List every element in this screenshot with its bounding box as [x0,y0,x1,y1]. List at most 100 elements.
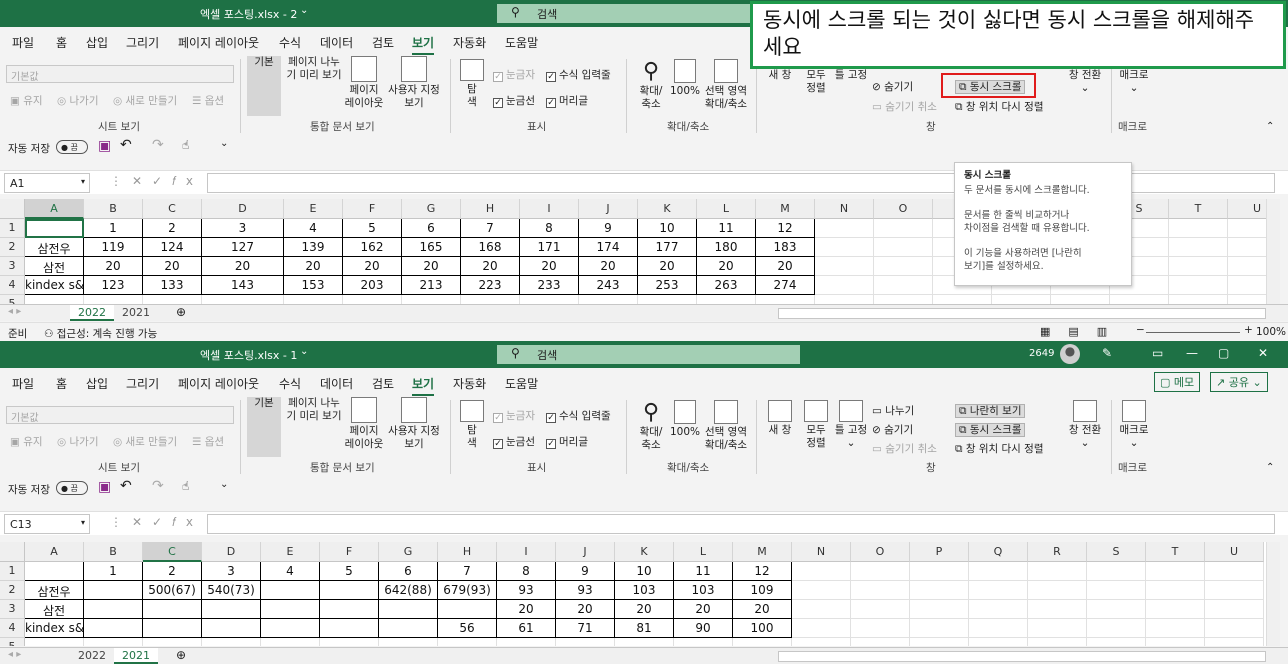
switch-windows-button[interactable]: 창 전환 ⌄ [1066,69,1104,95]
cell-i1[interactable]: 8 [520,219,579,238]
menu-formulas[interactable]: 수식 [279,34,301,51]
page-break-preview-button[interactable]: 페이지 나누 기 미리 보기 [285,397,343,622]
cell-o2[interactable] [851,581,910,600]
chevron-down-icon[interactable]: ⌄ [300,5,308,16]
avatar[interactable]: ● [1060,344,1080,364]
menu-insert[interactable]: 삽입 [86,34,108,51]
cell-m3[interactable]: 20 [733,600,792,619]
tab-scroll-arrows[interactable]: ◂ ▸ [8,306,21,317]
autosave-toggle[interactable]: ● 끔 [56,140,88,154]
cell-h1[interactable]: 7 [461,219,520,238]
zoom-slider[interactable] [1146,332,1240,333]
cell-f3[interactable] [320,600,379,619]
zoom-100-button[interactable]: 100% [670,59,700,98]
row-header-5[interactable]: 5 [0,295,25,304]
cell-f2[interactable]: 162 [343,238,402,257]
column-header-m[interactable]: M [756,199,815,219]
cell-t4[interactable] [1169,276,1228,295]
keep-button[interactable]: ▣ 유지 [10,93,43,108]
gridlines-checkbox[interactable]: ✓ 눈금선 [493,93,535,108]
cell-a2[interactable]: 삼전우 [25,238,84,257]
horizontal-scrollbar[interactable] [778,308,1266,319]
cell-t3[interactable] [1169,257,1228,276]
normal-view-button[interactable]: 기본 [247,56,281,281]
cell-h2[interactable]: 168 [461,238,520,257]
page-layout-button[interactable]: 페이지 레이아웃 [344,56,384,110]
cell-e1[interactable]: 4 [261,562,320,581]
cell-o5[interactable] [851,638,910,646]
column-header-f[interactable]: F [320,542,379,562]
cell-f1[interactable]: 5 [320,562,379,581]
row-header-1[interactable]: 1 [0,219,25,238]
menu-file[interactable]: 파일 [12,34,34,51]
cell-u3[interactable] [1228,257,1266,276]
cell-e3[interactable]: 20 [284,257,343,276]
cell-u1[interactable] [1205,562,1264,581]
cell-a4[interactable]: kindex s&p [25,619,84,638]
select-all-corner[interactable] [0,199,25,219]
cell-u1[interactable] [1228,219,1266,238]
zoom-to-selection-button[interactable]: 선택 영역 확대/축소 [702,59,750,111]
cell-l5[interactable] [697,295,756,304]
minimize-icon[interactable]: — [1186,346,1198,360]
add-sheet-icon[interactable]: ⊕ [176,305,186,319]
cell-k2[interactable]: 177 [638,238,697,257]
cell-f5[interactable] [320,638,379,646]
menu-data[interactable]: 데이터 [320,375,353,392]
cell-t1[interactable] [1146,562,1205,581]
cell-r5[interactable] [1051,295,1110,304]
page-layout-button[interactable]: 페이지 레이아웃 [344,397,384,451]
cell-c5[interactable] [143,295,202,304]
touch-mode-icon[interactable]: ☝ [182,479,189,493]
cell-n1[interactable] [815,219,874,238]
cell-h5[interactable] [438,638,497,646]
switch-windows-button[interactable]: 창 전환 ⌄ [1066,400,1104,450]
cell-u4[interactable] [1228,276,1266,295]
column-header-s[interactable]: S [1087,542,1146,562]
cell-e3[interactable] [261,600,320,619]
cell-c2[interactable]: 500(67) [143,581,202,600]
cell-a3[interactable]: 삼전 [25,600,84,619]
column-header-e[interactable]: E [284,199,343,219]
cell-d4[interactable]: 143 [202,276,284,295]
row-header-4[interactable]: 4 [0,276,25,295]
sheet-tab-2021[interactable]: 2021 [114,305,158,321]
cell-s5[interactable] [1087,638,1146,646]
cell-s3[interactable] [1087,600,1146,619]
cell-f5[interactable] [343,295,402,304]
cell-e4[interactable]: 153 [284,276,343,295]
column-header-b[interactable]: B [84,199,143,219]
column-header-t[interactable]: T [1146,542,1205,562]
cell-a4[interactable]: kindex s&p [25,276,84,295]
cell-o4[interactable] [874,276,933,295]
cell-l4[interactable]: 90 [674,619,733,638]
view-mode-icons[interactable]: ▦▤▥ [1040,325,1125,338]
cell-m1[interactable]: 12 [733,562,792,581]
cell-g1[interactable]: 6 [379,562,438,581]
formula-bar-checkbox[interactable]: ✓ 수식 입력줄 [546,67,611,82]
cell-r5[interactable] [1028,638,1087,646]
cell-o1[interactable] [851,562,910,581]
cell-o3[interactable] [874,257,933,276]
zoom-in-icon[interactable]: + [1244,324,1253,336]
column-header-r[interactable]: R [1028,542,1087,562]
cell-n3[interactable] [815,257,874,276]
cell-b2[interactable] [84,581,143,600]
cell-s5[interactable] [1110,295,1169,304]
exit-button[interactable]: ◎ 나가기 [57,434,98,449]
column-header-j[interactable]: J [579,199,638,219]
custom-views-button[interactable]: 사용자 지정 보기 [387,56,441,110]
collapse-ribbon-icon[interactable]: ⌃ [1266,462,1274,473]
zoom-to-selection-button[interactable]: 선택 영역 확대/축소 [702,400,750,452]
cell-a2[interactable]: 삼전우 [25,581,84,600]
cell-u5[interactable] [1228,295,1266,304]
cell-e1[interactable]: 4 [284,219,343,238]
cell-e2[interactable]: 139 [284,238,343,257]
cell-m5[interactable] [733,638,792,646]
cell-b3[interactable]: 20 [84,257,143,276]
cell-t2[interactable] [1169,238,1228,257]
menu-insert[interactable]: 삽입 [86,375,108,392]
gridlines-checkbox[interactable]: ✓ 눈금선 [493,434,535,449]
chevron-down-icon[interactable]: ⌄ [300,346,308,357]
search-box[interactable]: ⚲ 검색 [497,345,800,364]
